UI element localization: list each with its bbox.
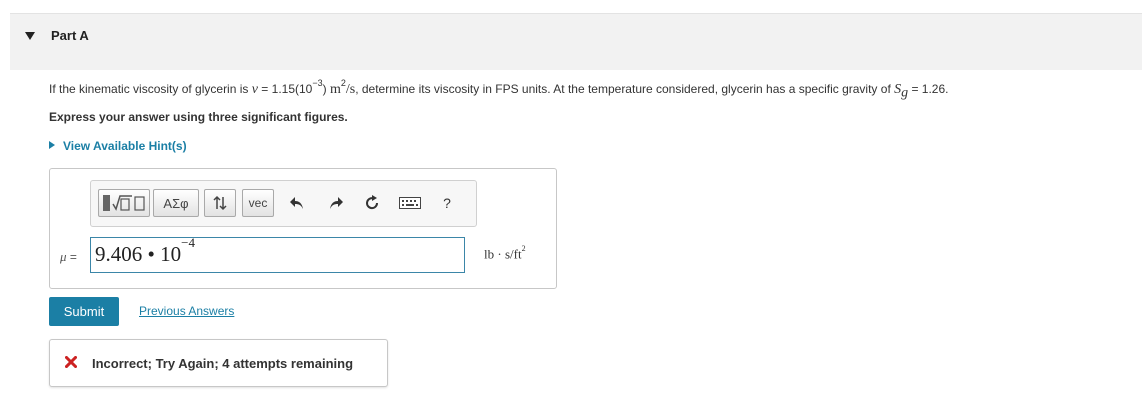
- vec-label: vec: [248, 196, 268, 210]
- x-mark-icon: [65, 356, 77, 368]
- templates-icon: [103, 195, 145, 211]
- redo-icon[interactable]: [326, 193, 346, 213]
- reset-icon[interactable]: [362, 193, 382, 213]
- answer-mantissa: 9.406 • 10: [95, 242, 182, 266]
- previous-answers-link[interactable]: Previous Answers: [139, 304, 234, 318]
- answer-input[interactable]: 9.406 • 10−4: [90, 235, 465, 273]
- instruction-text: Express your answer using three signific…: [49, 110, 348, 124]
- question-text: If the kinematic viscosity of glycerin i…: [49, 78, 949, 101]
- part-header[interactable]: [10, 13, 1142, 70]
- sort-arrows-button[interactable]: [204, 189, 236, 217]
- feedback-message: Incorrect; Try Again; 4 attempts remaini…: [92, 356, 354, 371]
- templates-button[interactable]: [98, 189, 150, 217]
- answer-exponent: −4: [181, 235, 195, 250]
- submit-button[interactable]: Submit: [49, 297, 119, 326]
- greek-symbols-button[interactable]: ΑΣφ: [153, 189, 199, 217]
- undo-icon[interactable]: [287, 193, 307, 213]
- part-title: Part A: [51, 28, 89, 43]
- help-icon[interactable]: ?: [437, 193, 457, 213]
- view-hints-link[interactable]: View Available Hint(s): [49, 139, 187, 153]
- greek-label: ΑΣφ: [163, 195, 189, 211]
- answer-unit: lb · s/ft2: [484, 244, 526, 262]
- vector-button[interactable]: vec: [242, 189, 274, 217]
- caret-right-icon: [49, 141, 55, 149]
- keyboard-icon[interactable]: [398, 193, 422, 213]
- caret-down-icon[interactable]: [25, 32, 35, 40]
- up-down-arrows-icon: [213, 195, 227, 211]
- variable-label: μ =: [60, 249, 77, 264]
- help-label: ?: [443, 195, 451, 211]
